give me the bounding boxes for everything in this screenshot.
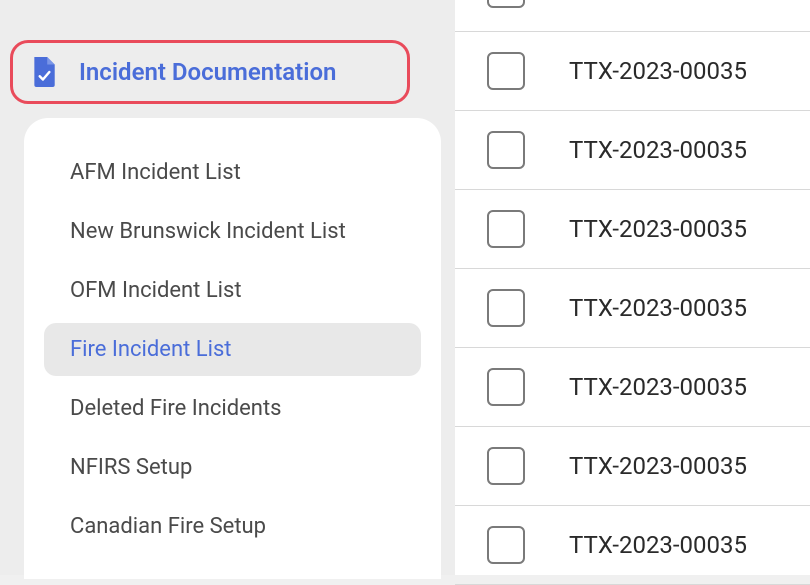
table-row[interactable]: TTX-2023-00035	[455, 111, 810, 190]
table-row[interactable]: TTX-2023-00035	[455, 32, 810, 111]
nav-header-label: Incident Documentation	[79, 58, 336, 86]
row-checkbox[interactable]	[487, 368, 525, 406]
row-checkbox[interactable]	[487, 131, 525, 169]
table-row[interactable]: TTX-2023-00035	[455, 348, 810, 427]
row-checkbox[interactable]	[487, 447, 525, 485]
nav-header-incident-documentation[interactable]: Incident Documentation	[10, 40, 410, 104]
row-checkbox[interactable]	[487, 210, 525, 248]
table-row[interactable]: TTX-2023-00035	[455, 427, 810, 506]
row-id: TTX-2023-00035	[569, 136, 747, 164]
table-row[interactable]: TTX-2023-00035	[455, 190, 810, 269]
nav-item-fire-incident-list[interactable]: Fire Incident List	[44, 323, 421, 376]
table-row[interactable]: TTX-2023-00035	[455, 269, 810, 348]
row-id: TTX-2023-00035	[569, 531, 747, 559]
nav-item-ofm-incident-list[interactable]: OFM Incident List	[44, 264, 421, 317]
nav-submenu: AFM Incident List New Brunswick Incident…	[24, 118, 441, 579]
row-id: TTX-2023-00035	[569, 373, 747, 401]
row-id: TTX-2023-00035	[569, 57, 747, 85]
row-id: TTX-2023-00035	[569, 452, 747, 480]
row-checkbox[interactable]	[487, 0, 525, 8]
nav-item-deleted-fire-incidents[interactable]: Deleted Fire Incidents	[44, 382, 421, 435]
table-row[interactable]	[455, 0, 810, 32]
sidebar: Incident Documentation AFM Incident List…	[0, 0, 455, 575]
row-checkbox[interactable]	[487, 289, 525, 327]
row-checkbox[interactable]	[487, 52, 525, 90]
nav-item-new-brunswick-incident-list[interactable]: New Brunswick Incident List	[44, 205, 421, 258]
row-checkbox[interactable]	[487, 526, 525, 564]
main-content: TTX-2023-00035 TTX-2023-00035 TTX-2023-0…	[455, 0, 810, 575]
nav-item-canadian-fire-setup[interactable]: Canadian Fire Setup	[44, 500, 421, 553]
row-id: TTX-2023-00035	[569, 294, 747, 322]
table-row[interactable]: TTX-2023-00035	[455, 506, 810, 585]
row-id: TTX-2023-00035	[569, 215, 747, 243]
document-check-icon	[31, 57, 57, 87]
nav-item-nfirs-setup[interactable]: NFIRS Setup	[44, 441, 421, 494]
nav-item-afm-incident-list[interactable]: AFM Incident List	[44, 146, 421, 199]
